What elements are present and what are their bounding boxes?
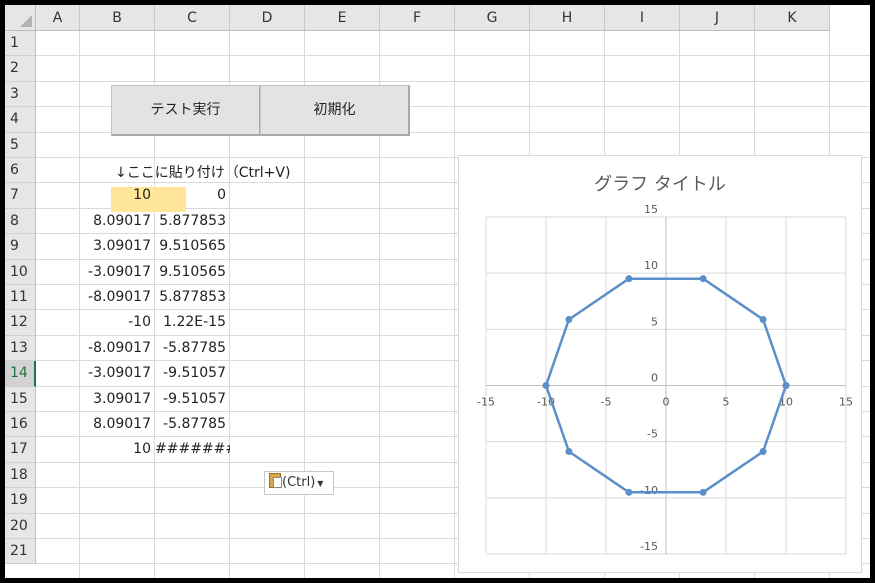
cell-b13[interactable]: -8.09017: [80, 336, 155, 361]
row-header-1[interactable]: 1: [5, 31, 36, 57]
row-header-16[interactable]: 16: [5, 412, 36, 438]
x-tick-label: -5: [601, 396, 612, 409]
y-tick-label: 5: [651, 315, 658, 328]
grid-hline: [36, 55, 870, 57]
data-point[interactable]: [565, 448, 573, 456]
column-header-e[interactable]: E: [305, 5, 380, 31]
reset-button[interactable]: 初期化: [260, 85, 410, 136]
cell-b16[interactable]: 8.09017: [80, 412, 155, 437]
row-header-19[interactable]: 19: [5, 488, 36, 514]
column-header-j[interactable]: J: [680, 5, 755, 31]
row-header-13[interactable]: 13: [5, 335, 36, 362]
cell-c10[interactable]: 9.510565: [155, 260, 230, 285]
cell-c16[interactable]: -5.87785: [155, 412, 230, 437]
y-tick-label: -10: [640, 484, 658, 497]
cell-b9[interactable]: 3.09017: [80, 234, 155, 259]
data-point[interactable]: [542, 382, 550, 389]
clipboard-icon: [269, 473, 282, 488]
cell-b15[interactable]: 3.09017: [80, 387, 155, 412]
cell-b14[interactable]: -3.09017: [80, 361, 155, 386]
row-header-7[interactable]: 7: [5, 183, 36, 209]
grid-vline: [454, 31, 455, 578]
row-header-8[interactable]: 8: [5, 208, 36, 235]
row-header-2[interactable]: 2: [5, 56, 36, 82]
row-header-18[interactable]: 18: [5, 462, 36, 489]
data-point[interactable]: [699, 488, 707, 496]
cell-c12[interactable]: 1.22E-15: [155, 310, 230, 335]
instruction-label: ↓ここに貼り付け（Ctrl+V): [115, 165, 291, 181]
row-header-3[interactable]: 3: [5, 81, 36, 108]
y-tick-label: 10: [644, 259, 658, 272]
row-header-14[interactable]: 14: [5, 361, 36, 387]
row-header-4[interactable]: 4: [5, 107, 36, 133]
cell-b11[interactable]: -8.09017: [80, 285, 155, 310]
cell-c9[interactable]: 9.510565: [155, 234, 230, 259]
cell-c17[interactable]: ########: [155, 437, 230, 462]
x-tick-label: 0: [663, 396, 670, 409]
cell-c8[interactable]: 5.877853: [155, 209, 230, 234]
column-header-f[interactable]: F: [380, 5, 455, 31]
column-header-i[interactable]: I: [605, 5, 680, 31]
select-all-corner[interactable]: [5, 5, 36, 31]
column-header-d[interactable]: D: [230, 5, 305, 31]
cell-b12[interactable]: -10: [80, 310, 155, 335]
grid-hline: [36, 80, 870, 82]
y-tick-label: -15: [640, 540, 658, 553]
y-tick-label: 15: [644, 203, 658, 216]
x-tick-label: 5: [723, 396, 730, 409]
cell-c13[interactable]: -5.87785: [155, 336, 230, 361]
chart-area[interactable]: グラフ タイトル -15 -10 -5 0 5 10 15 -15 -10 -5 0 5 10 15: [458, 155, 862, 573]
cell-b17[interactable]: 10: [80, 437, 155, 462]
data-point[interactable]: [699, 275, 707, 283]
data-point[interactable]: [759, 448, 767, 456]
column-header-g[interactable]: G: [455, 5, 530, 31]
row-header-20[interactable]: 20: [5, 513, 36, 539]
chevron-down-icon: ▼: [317, 479, 324, 488]
run-test-button[interactable]: テスト実行: [111, 85, 261, 136]
row-header-21[interactable]: 21: [5, 539, 36, 565]
data-point[interactable]: [759, 315, 767, 323]
row-header-5[interactable]: 5: [5, 132, 36, 158]
column-header-c[interactable]: C: [155, 5, 230, 31]
x-tick-label: 15: [839, 396, 853, 409]
y-tick-label: -5: [647, 428, 658, 441]
cell-c7[interactable]: 0: [155, 183, 230, 208]
column-header-k[interactable]: K: [755, 5, 830, 31]
cell-c14[interactable]: -9.51057: [155, 361, 230, 386]
row-header-17[interactable]: 17: [5, 437, 36, 463]
plot-area[interactable]: -15 -10 -5 0 5 10 15-15-10-5051015: [459, 156, 861, 572]
data-point[interactable]: [625, 488, 633, 496]
x-tick-label: -15: [477, 396, 495, 409]
column-header-b[interactable]: B: [80, 5, 155, 31]
paste-options-label: (Ctrl): [282, 475, 316, 490]
cell-c15[interactable]: -9.51057: [155, 387, 230, 412]
paste-options-button[interactable]: (Ctrl) ▼: [264, 471, 334, 495]
column-header-h[interactable]: H: [530, 5, 605, 31]
data-point[interactable]: [625, 275, 633, 283]
row-header-10[interactable]: 10: [5, 259, 36, 285]
cell-b8[interactable]: 8.09017: [80, 209, 155, 234]
cell-b7[interactable]: 10: [80, 183, 155, 208]
excel-window: ABCDEFGHIJK 1 2 3 4 5 6 7 8 9 10 11 12 13 14 15 16 17 18 1…: [5, 5, 870, 578]
column-header-a[interactable]: A: [36, 5, 80, 31]
row-header-6[interactable]: 6: [5, 158, 36, 184]
data-point[interactable]: [565, 315, 573, 323]
cell-b10[interactable]: -3.09017: [80, 260, 155, 285]
data-point[interactable]: [782, 382, 790, 389]
cell-c11[interactable]: 5.877853: [155, 285, 230, 310]
row-header-9[interactable]: 9: [5, 234, 36, 260]
y-tick-label: 0: [651, 372, 658, 385]
row-header-12[interactable]: 12: [5, 310, 36, 336]
row-header-15[interactable]: 15: [5, 386, 36, 412]
row-header-11[interactable]: 11: [5, 285, 36, 311]
